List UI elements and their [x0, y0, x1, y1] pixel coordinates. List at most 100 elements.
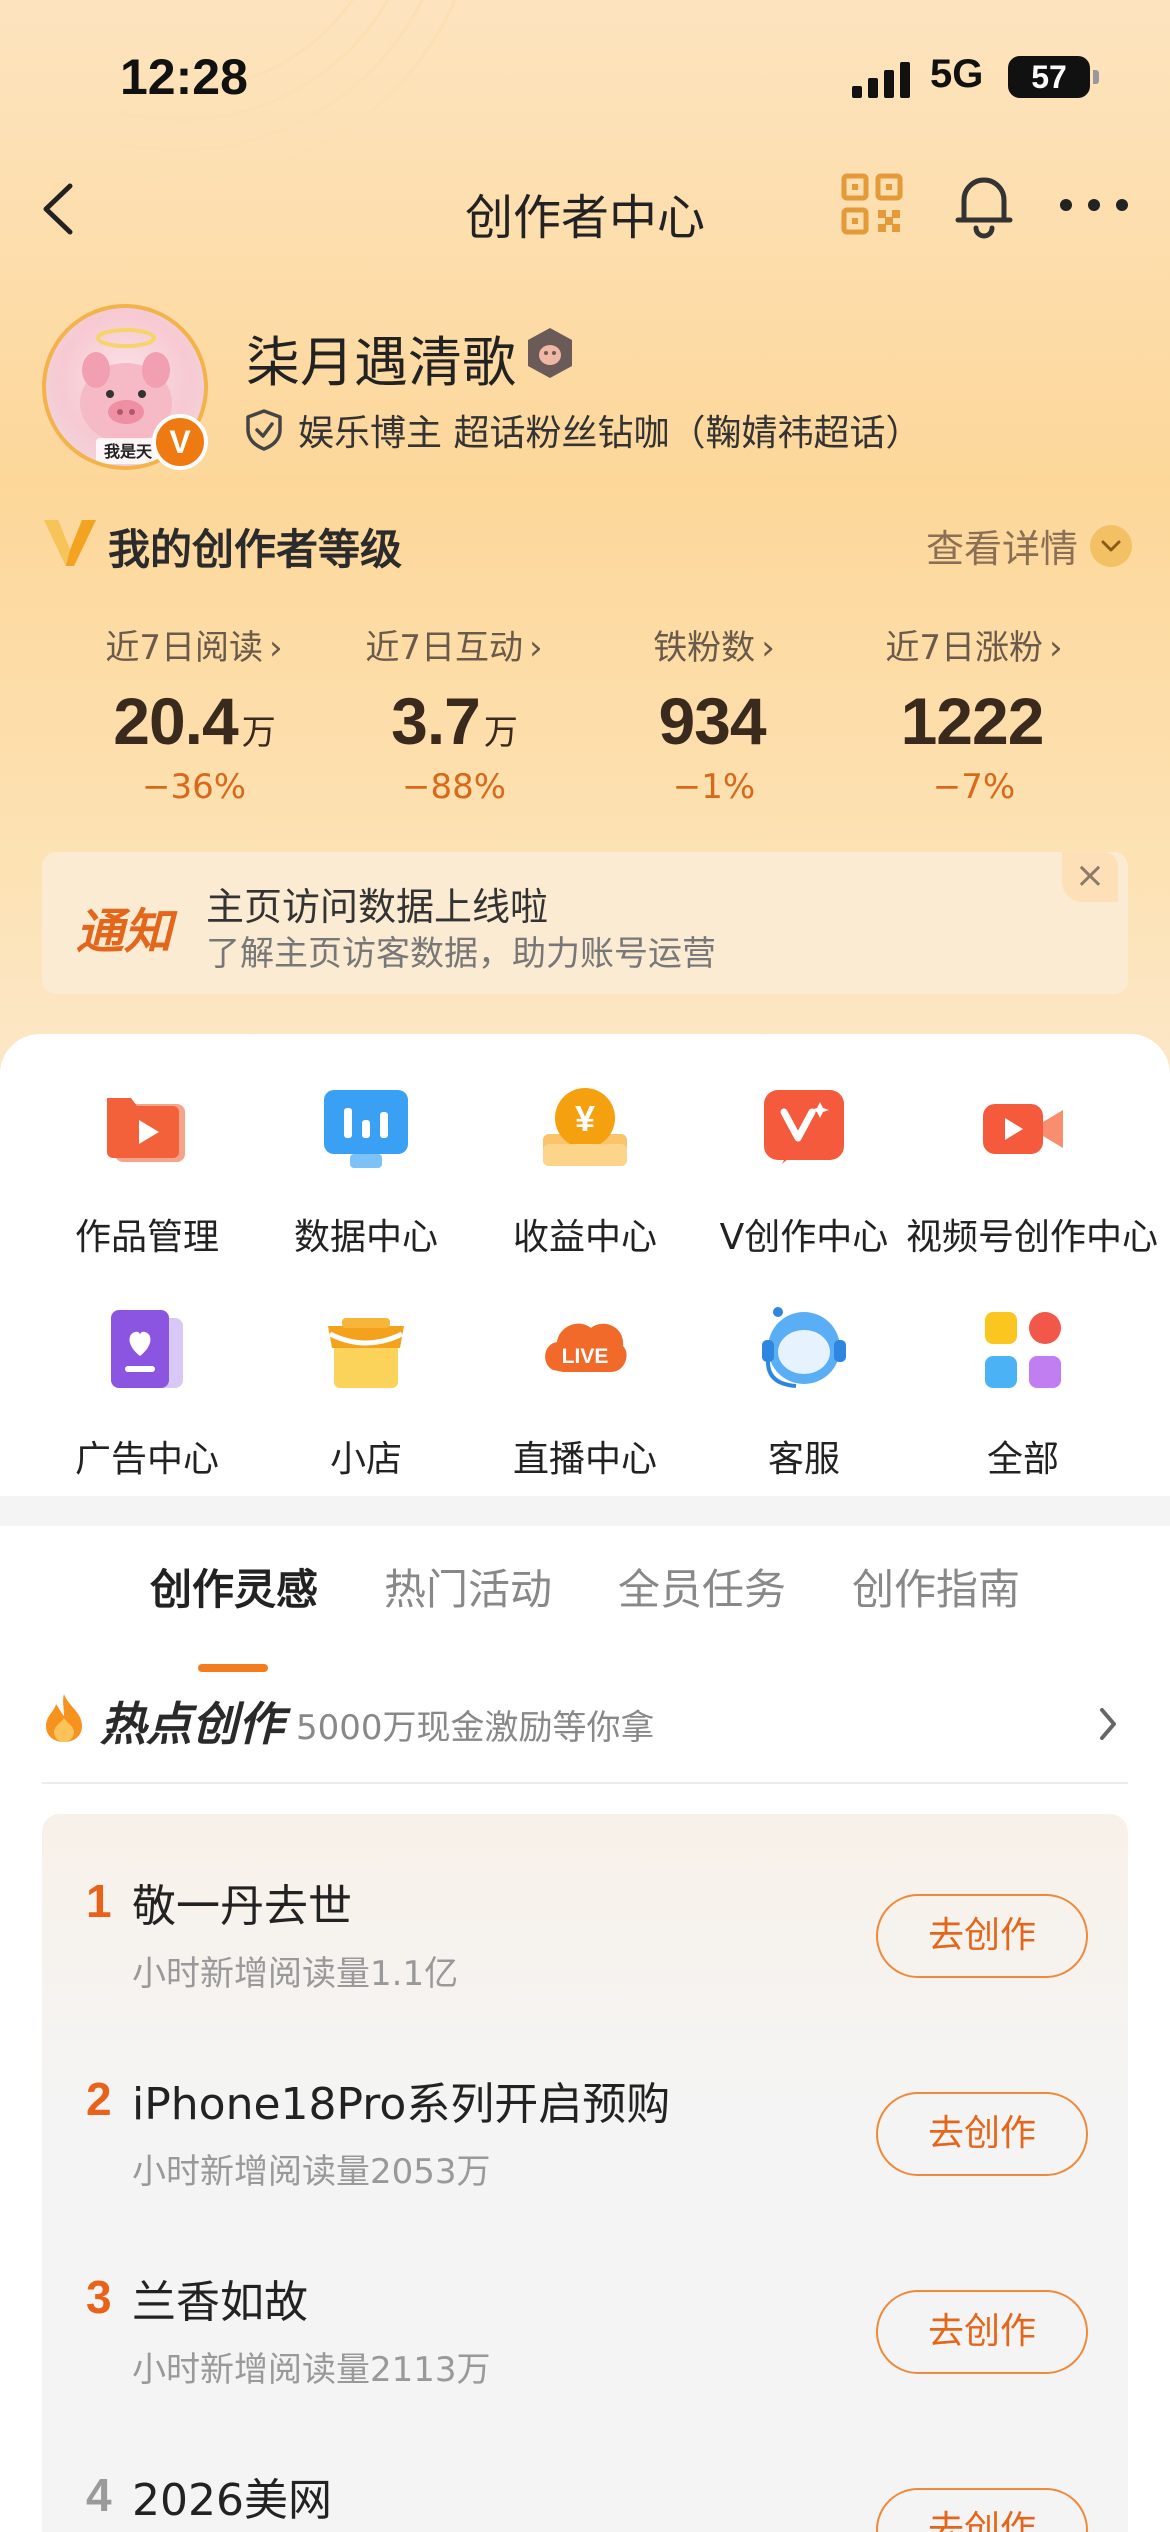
nav-bar: 创作者中心 — [0, 160, 1170, 260]
income-icon: ¥ — [543, 1088, 627, 1166]
notice-tag: 通知 — [76, 904, 173, 960]
stat-reads[interactable]: 近7日阅读 › 20.4 万 −36% — [64, 620, 324, 807]
topic-title: iPhone18Pro系列开启预购 — [132, 2079, 671, 2130]
stat-label: 近7日涨粉 — [885, 628, 1044, 668]
live-icon: LIVE — [545, 1323, 627, 1372]
tool-label: 数据中心 — [293, 1217, 438, 1258]
rank-number: 2 — [86, 2073, 112, 2125]
list-item[interactable]: 2 iPhone18Pro系列开启预购 小时新增阅读量2053万 去创作 — [42, 2052, 1128, 2232]
chevron-down-icon — [1090, 524, 1132, 567]
signal-icon — [852, 62, 910, 98]
stat-label: 近7日互动 — [365, 628, 524, 668]
avatar-caption: 我是天 — [104, 442, 153, 461]
battery-icon: 57 — [1008, 56, 1090, 98]
list-item[interactable]: 4 2026美网 去创作 — [42, 2448, 1128, 2532]
list-item[interactable]: 3 兰香如故 小时新增阅读量2113万 去创作 — [42, 2250, 1128, 2430]
qr-code-icon[interactable] — [840, 172, 904, 236]
tool-v-create[interactable]: V创作中心 — [687, 1082, 921, 1260]
bell-icon[interactable] — [952, 170, 1016, 240]
works-icon — [107, 1098, 185, 1162]
user-level-icon[interactable] — [525, 326, 575, 380]
stat-delta: −1% — [672, 767, 756, 807]
topic-title: 2026美网 — [132, 2475, 332, 2526]
go-create-button[interactable]: 去创作 — [876, 1894, 1088, 1978]
hot-creation-header[interactable]: 热点创作 5000万现金激励等你拿 — [42, 1686, 1128, 1766]
stat-label: 近7日阅读 — [105, 628, 264, 668]
rank-number: 1 — [86, 1875, 112, 1927]
tool-income[interactable]: ¥ 收益中心 — [468, 1082, 702, 1260]
tool-shop[interactable]: 小店 — [249, 1304, 483, 1482]
stat-value: 3.7 — [391, 684, 481, 758]
stat-value: 1222 — [900, 684, 1045, 758]
live-glyph: LIVE — [562, 1345, 609, 1368]
go-create-button[interactable]: 去创作 — [876, 2290, 1088, 2374]
stats-row: 近7日阅读 › 20.4 万 −36% 近7日互动 › 3.7 万 −88% 铁粉数 › … — [0, 620, 1170, 820]
ad-icon — [111, 1310, 183, 1388]
notice-banner[interactable]: 通知 主页访问数据上线啦 了解主页访客数据，助力账号运营 × — [42, 852, 1128, 994]
network-label: 5G — [930, 52, 984, 96]
divider — [42, 1782, 1128, 1784]
go-create-button[interactable]: 去创作 — [876, 2488, 1088, 2532]
tab-inspiration[interactable]: 创作灵感 — [150, 1556, 318, 1617]
stat-interactions[interactable]: 近7日互动 › 3.7 万 −88% — [324, 620, 584, 807]
tab-bar: 创作灵感 热门活动 全员任务 创作指南 — [0, 1556, 1170, 1672]
service-icon — [762, 1307, 846, 1388]
view-details-link[interactable]: 查看详情 — [926, 518, 1132, 573]
go-create-button[interactable]: 去创作 — [876, 2092, 1088, 2176]
hot-topic-list: 1 敬一丹去世 小时新增阅读量1.1亿 去创作 2 iPhone18Pro系列开… — [42, 1814, 1128, 2532]
tool-ad[interactable]: 广告中心 — [30, 1304, 264, 1482]
tab-all-tasks[interactable]: 全员任务 — [618, 1556, 786, 1617]
stat-unit: 万 — [483, 714, 518, 752]
tab-hot-events[interactable]: 热门活动 — [384, 1556, 552, 1617]
tool-label: 广告中心 — [74, 1439, 219, 1480]
creator-v-icon — [44, 520, 96, 566]
tool-works[interactable]: 作品管理 — [30, 1082, 264, 1260]
tool-label: 小店 — [329, 1439, 402, 1480]
username[interactable]: 柒月遇清歌 — [246, 318, 516, 397]
topic-title: 兰香如故 — [132, 2277, 308, 2328]
shop-icon — [328, 1318, 404, 1388]
feed-section: 创作灵感 热门活动 全员任务 创作指南 热点创作 5000万现金激励等你拿 1 … — [0, 1526, 1170, 2532]
tool-label: 视频号创作中心 — [906, 1217, 1159, 1258]
creator-level-row: 我的创作者等级 查看详情 — [42, 510, 1132, 574]
stat-label: 铁粉数 — [653, 628, 756, 668]
tool-label: 直播中心 — [512, 1439, 657, 1480]
active-tab-indicator — [198, 1664, 268, 1672]
tool-video[interactable]: 视频号创作中心 — [906, 1082, 1159, 1260]
tool-label: 客服 — [767, 1439, 840, 1480]
stat-new-fans[interactable]: 近7日涨粉 › 1222 −7% — [844, 620, 1104, 807]
stat-delta: −7% — [932, 767, 1016, 807]
shield-icon — [246, 409, 282, 451]
flame-icon — [46, 1694, 82, 1742]
list-item[interactable]: 1 敬一丹去世 小时新增阅读量1.1亿 去创作 — [42, 1854, 1128, 2034]
tool-data[interactable]: 数据中心 — [249, 1082, 483, 1260]
tool-label: V创作中心 — [719, 1217, 889, 1258]
topic-stats: 小时新增阅读量2113万 — [132, 2350, 491, 2390]
chevron-right-icon: › — [761, 628, 775, 668]
stat-value: 20.4 — [113, 684, 238, 758]
chevron-right-icon: › — [269, 628, 283, 668]
tool-live[interactable]: LIVE 直播中心 — [468, 1304, 702, 1482]
verified-v-icon: V — [152, 414, 208, 470]
tool-label: 作品管理 — [74, 1217, 219, 1258]
video-icon — [983, 1104, 1063, 1154]
data-icon — [324, 1090, 408, 1168]
hot-creation-subtitle: 5000万现金激励等你拿 — [296, 1708, 655, 1748]
stat-delta: −36% — [141, 767, 247, 807]
tab-guide[interactable]: 创作指南 — [852, 1556, 1020, 1617]
verification-text: 娱乐博主 超话粉丝钻咖（鞠婧祎超话） — [298, 413, 922, 454]
tool-label: 全部 — [986, 1439, 1059, 1480]
more-icon[interactable] — [1054, 180, 1134, 230]
stat-value: 934 — [658, 684, 766, 758]
topic-title: 敬一丹去世 — [132, 1881, 352, 1932]
all-icon — [985, 1312, 1061, 1388]
stat-iron-fans[interactable]: 铁粉数 › 934 −1% — [584, 620, 844, 807]
tool-service[interactable]: 客服 — [687, 1304, 921, 1482]
rank-number: 4 — [86, 2469, 112, 2521]
topic-stats: 小时新增阅读量1.1亿 — [132, 1954, 459, 1994]
yen-glyph: ¥ — [575, 1098, 595, 1139]
verification-line: 娱乐博主 超话粉丝钻咖（鞠婧祎超话） — [244, 404, 921, 456]
close-icon[interactable]: × — [1062, 852, 1118, 902]
creator-level-title: 我的创作者等级 — [108, 525, 403, 574]
tool-all[interactable]: 全部 — [906, 1304, 1140, 1482]
